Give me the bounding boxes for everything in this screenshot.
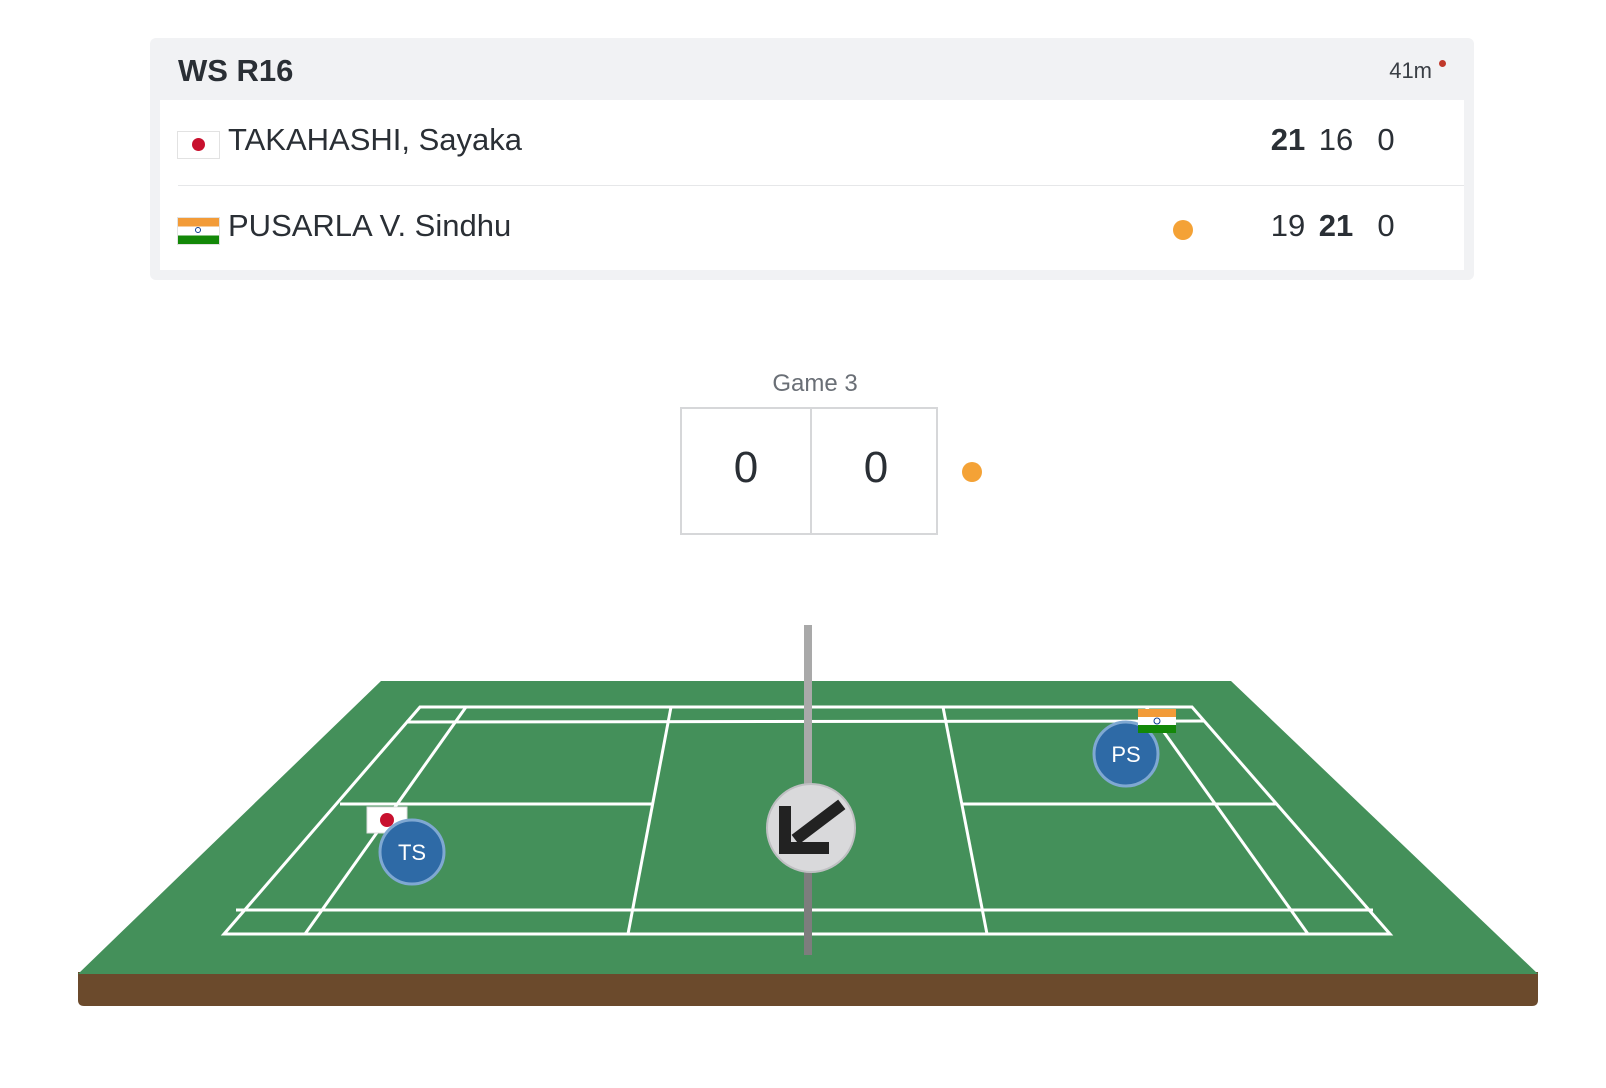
arrow-down-left-icon bbox=[766, 783, 856, 873]
game1-score: 19 bbox=[1270, 208, 1306, 243]
event-round: WS R16 bbox=[178, 53, 294, 88]
right-player-game-score: 0 bbox=[863, 443, 889, 492]
game1-score: 21 bbox=[1270, 122, 1306, 157]
india-flag-icon bbox=[178, 218, 219, 244]
game2-score: 21 bbox=[1318, 208, 1354, 243]
net-post-lower bbox=[804, 870, 812, 955]
match-score-card: WS R16 41m TAKAHASHI, Sayaka 21 16 0 PUS… bbox=[150, 38, 1474, 280]
player-name: PUSARLA V. Sindhu bbox=[228, 208, 512, 243]
game2-score: 16 bbox=[1318, 122, 1354, 157]
current-game-label: Game 3 bbox=[772, 370, 858, 397]
player-rows: TAKAHASHI, Sayaka 21 16 0 PUSARLA V. Sin… bbox=[160, 100, 1464, 270]
japan-flag-icon bbox=[178, 132, 219, 158]
game-serving-indicator bbox=[962, 462, 982, 482]
player-row-sindhu: PUSARLA V. Sindhu 19 21 0 bbox=[160, 186, 1464, 271]
player-initials: TS bbox=[398, 840, 426, 865]
match-page: WS R16 41m TAKAHASHI, Sayaka 21 16 0 PUS… bbox=[0, 0, 1606, 1088]
player-name: TAKAHASHI, Sayaka bbox=[228, 122, 523, 157]
left-player-game-score: 0 bbox=[733, 443, 759, 492]
current-game-scoreboard: 0 0 bbox=[680, 407, 938, 535]
game3-score: 0 bbox=[1377, 122, 1395, 157]
serving-indicator bbox=[1173, 220, 1193, 240]
card-header: WS R16 41m bbox=[150, 38, 1474, 100]
live-indicator-dot bbox=[1439, 60, 1446, 67]
match-duration: 41m bbox=[1389, 58, 1432, 83]
game3-score: 0 bbox=[1377, 208, 1395, 243]
court-base bbox=[78, 972, 1538, 1006]
player-initials: PS bbox=[1111, 742, 1140, 767]
badminton-court: TS PS bbox=[78, 625, 1538, 1006]
player-row-takahashi: TAKAHASHI, Sayaka 21 16 0 bbox=[160, 100, 1464, 185]
